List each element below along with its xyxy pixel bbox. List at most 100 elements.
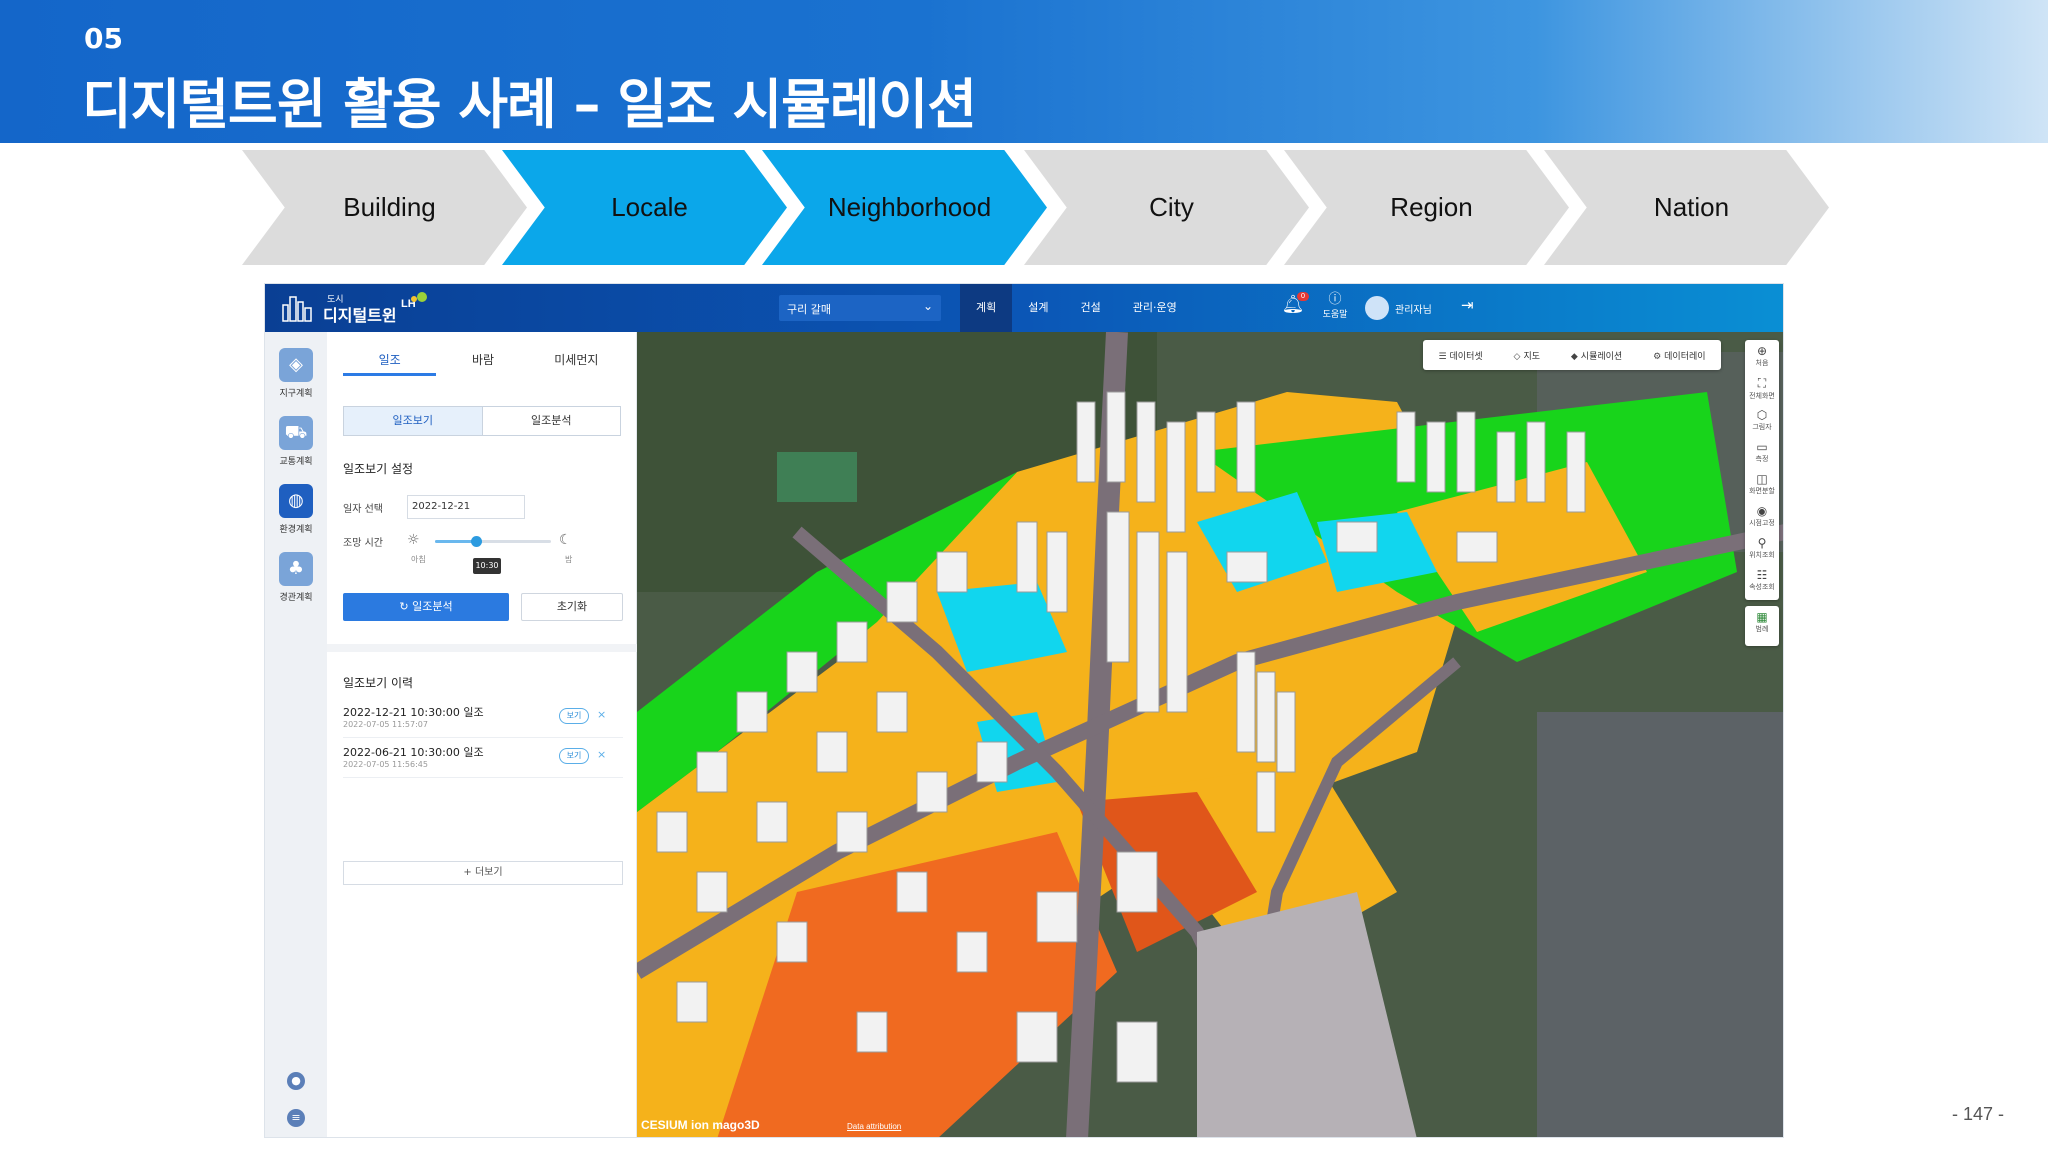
region-select[interactable]: 구리 갈매 ⌄	[779, 295, 941, 321]
toolbar-label: 데이터셋	[1449, 351, 1483, 362]
tab-fine-dust[interactable]: 미세먼지	[530, 346, 623, 376]
toolbar-simulation[interactable]: ◆ 시뮬레이션	[1571, 349, 1622, 362]
legend-button[interactable]: ▦ 범례	[1745, 606, 1779, 646]
map-layer-icon: ◇	[1513, 351, 1521, 362]
view-button[interactable]: 보기	[559, 708, 589, 724]
view-mode-toggle: 일조보기 일조분석	[343, 406, 621, 436]
username[interactable]: 관리자님	[1395, 301, 1432, 316]
reset-button[interactable]: 초기화	[521, 593, 623, 621]
terrain-urban	[1537, 712, 1783, 1137]
tool-label: 시점고정	[1749, 519, 1775, 527]
pin-icon: ⚲	[1757, 536, 1767, 550]
tool-label: 화면분할	[1749, 487, 1775, 495]
notification-badge: 0	[1297, 292, 1309, 301]
more-button[interactable]: + 더보기	[343, 861, 623, 885]
top-bar: 도시 디지털트윈 LH 구리 갈매 ⌄ 계획 설계 건설 관리·운영 🔔︎ 0 …	[265, 284, 1783, 332]
eye-icon: ◉	[1756, 504, 1768, 518]
tool-label: 그림자	[1752, 423, 1772, 431]
scale-label: Region	[1390, 192, 1473, 222]
history-title-text: 2022-12-21 10:30:00 일조	[343, 706, 484, 719]
segment-sunlight-analysis[interactable]: 일조분석	[483, 407, 621, 435]
close-icon[interactable]: ×	[597, 748, 606, 761]
sunlight-panel: 일조 바람 미세먼지 일조보기 일조분석 일조보기 설정 일자 선택 2022-…	[327, 332, 637, 1137]
tab-sunlight[interactable]: 일조	[343, 346, 437, 376]
tool-label: 처음	[1755, 359, 1769, 367]
moon-icon: ☾	[559, 532, 572, 548]
scale-label: Nation	[1653, 192, 1730, 222]
scale-label: Building	[343, 192, 436, 222]
logo-title: 디지털트윈	[323, 306, 397, 325]
history-date: 2022-07-05 11:57:07	[343, 720, 428, 729]
logout-icon[interactable]: ⇥	[1461, 296, 1474, 314]
map-view[interactable]: ☰ 데이터셋 ◇ 지도 ◆ 시뮬레이션 ⚙ 데이터레이 ⊕ 처음 ⛶ 전체화면 ⬡ 그림자 ▭…	[637, 332, 1783, 1137]
section-number: 05	[84, 22, 123, 55]
scale-region: Region	[1284, 150, 1569, 265]
panel-tabs: 일조 바람 미세먼지	[343, 346, 623, 376]
tool-attributes[interactable]: ☷ 속성조회	[1745, 564, 1779, 606]
page-number: - 147 -	[1952, 1104, 2005, 1124]
city-logo-icon	[282, 296, 312, 322]
settings-title: 일조보기 설정	[343, 462, 414, 476]
header-banner: 05 디지털트윈 활용 사례 – 일조 시뮬레이션	[0, 0, 2048, 143]
history-title-text: 2022-06-21 10:30:00 일조	[343, 746, 484, 759]
gear-icon: ⚙	[1653, 351, 1662, 362]
nav-design[interactable]: 설계	[1012, 284, 1064, 332]
scale-label: Locale	[611, 192, 688, 222]
close-icon[interactable]: ×	[597, 708, 606, 721]
divider	[327, 644, 637, 652]
scale-label: Neighborhood	[827, 192, 992, 222]
tab-wind[interactable]: 바람	[436, 346, 529, 376]
rail-item-landscape[interactable]: ♣ 경관계획	[265, 552, 327, 614]
menu-icon[interactable]: ≡	[287, 1109, 305, 1127]
nav-operation[interactable]: 관리·운영	[1117, 284, 1193, 332]
time-tooltip: 10:30	[473, 558, 501, 574]
fullscreen-icon: ⛶	[1757, 376, 1767, 390]
scale-building: Building	[242, 150, 527, 265]
nav-construction[interactable]: 건설	[1065, 284, 1117, 332]
time-slider[interactable]	[435, 536, 551, 547]
segment-sunlight-view[interactable]: 일조보기	[344, 407, 483, 435]
rail-item-environment[interactable]: ◍ 환경계획	[265, 484, 327, 546]
toolbar-dataset[interactable]: ☰ 데이터셋	[1438, 349, 1482, 362]
analyze-button[interactable]: ↻ 일조분석	[343, 593, 509, 621]
tool-label: 전체화면	[1749, 392, 1775, 400]
list-icon: ☰	[1438, 351, 1447, 362]
avatar[interactable]	[1365, 296, 1389, 320]
cube-icon: ◆	[1570, 351, 1578, 362]
globe-icon: ◍	[279, 484, 313, 518]
car-icon: ⛟	[279, 416, 313, 450]
history-item: 2022-12-21 10:30:00 일조 2022-07-05 11:57:…	[343, 700, 623, 738]
rail-item-district[interactable]: ◈ 지구계획	[265, 348, 327, 410]
user-icon[interactable]: ●	[287, 1072, 305, 1090]
rail-label: 지구계획	[279, 389, 313, 399]
tool-label: 위치조회	[1749, 551, 1775, 559]
scale-chevrons: Building Locale Neighborhood City Region…	[242, 150, 1842, 265]
toolbar-map[interactable]: ◇ 지도	[1514, 349, 1540, 362]
scale-nation: Nation	[1544, 150, 1829, 265]
tool-label: 속성조회	[1749, 583, 1775, 591]
toolbar-datalayer[interactable]: ⚙ 데이터레이	[1653, 349, 1705, 362]
view-button[interactable]: 보기	[559, 748, 589, 764]
map-toolbar: ☰ 데이터셋 ◇ 지도 ◆ 시뮬레이션 ⚙ 데이터레이	[1423, 340, 1721, 370]
help-label: 도움말	[1322, 310, 1348, 320]
rail-item-traffic[interactable]: ⛟ 교통계획	[265, 416, 327, 478]
date-field[interactable]: 2022-12-21	[407, 495, 525, 519]
map-tool-rail: ⊕ 처음 ⛶ 전체화면 ⬡ 그림자 ▭ 측정 ◫ 화면분할 ◉ 시점고정 ⚲ 위치조회 ☷ 속성…	[1745, 340, 1779, 600]
sun-icon: ☼	[407, 532, 420, 548]
slider-thumb[interactable]	[470, 536, 482, 547]
nav-plan[interactable]: 계획	[960, 284, 1013, 332]
notification-button[interactable]: 🔔︎ 0	[1271, 292, 1315, 324]
region-value: 구리 갈매	[787, 303, 831, 316]
history-date: 2022-07-05 11:56:45	[343, 760, 428, 769]
legend-icon: ▦	[1756, 610, 1768, 624]
shadow-icon: ⬡	[1756, 408, 1768, 422]
history-item: 2022-06-21 10:30:00 일조 2022-07-05 11:56:…	[343, 740, 623, 778]
sports-field	[777, 452, 857, 502]
city-3d-map	[637, 332, 1783, 1137]
scale-neighborhood: Neighborhood	[762, 150, 1047, 265]
left-rail: ◈ 지구계획 ⛟ 교통계획 ◍ 환경계획 ♣ 경관계획 ● ≡	[265, 332, 327, 1137]
time-end-label: 밤	[565, 555, 573, 564]
help-button[interactable]: ⓘ 도움말	[1315, 288, 1355, 328]
refresh-icon: ↻	[399, 600, 413, 613]
data-attribution-link[interactable]: Data attribution	[847, 1122, 901, 1131]
